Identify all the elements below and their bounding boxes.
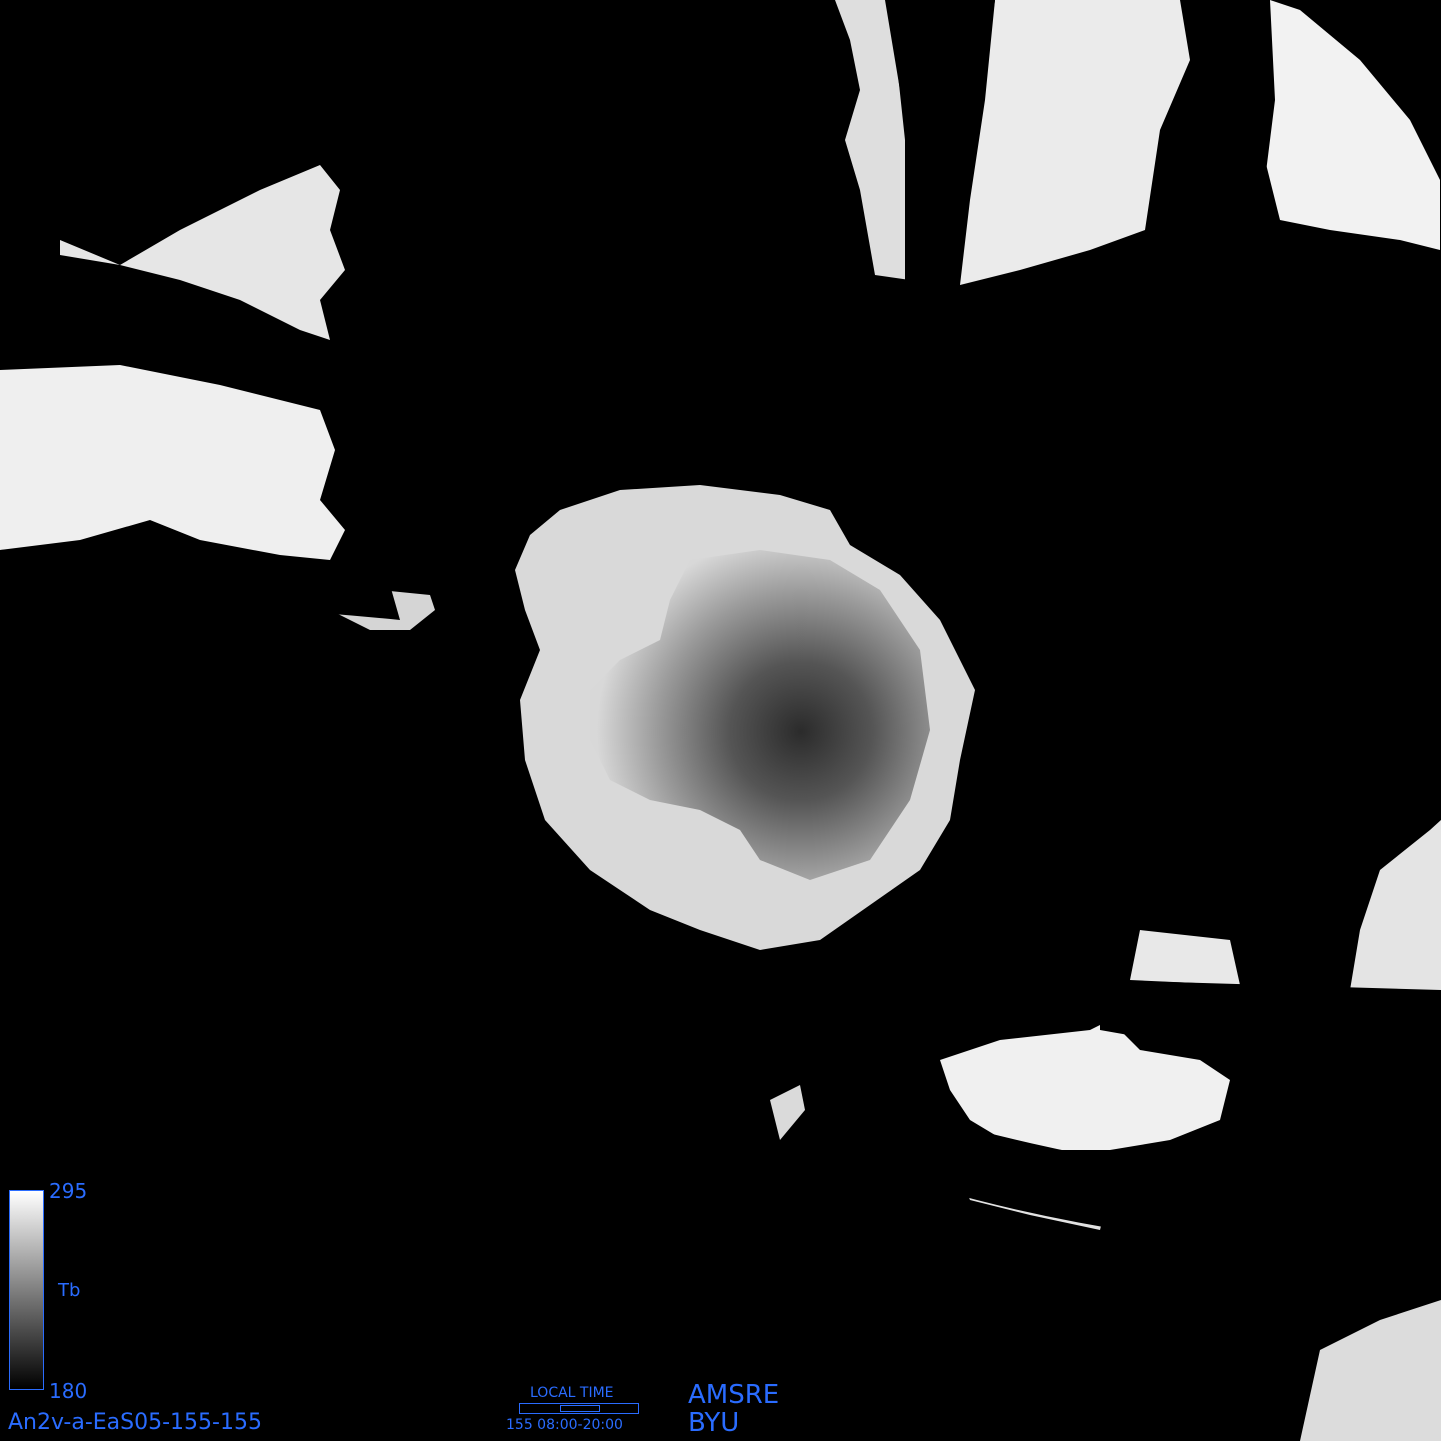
- polar-brightness-map: [0, 0, 1441, 1441]
- local-time-title: LOCAL TIME: [530, 1385, 614, 1401]
- local-time-window: [560, 1405, 600, 1412]
- colorbar-unit-label: Tb: [58, 1280, 81, 1301]
- image-id-label: An2v-a-EaS05-155-155: [8, 1410, 262, 1435]
- colorbar: [9, 1190, 44, 1390]
- local-time-range: 155 08:00-20:00: [506, 1417, 623, 1433]
- colorbar-max-label: 295: [49, 1179, 88, 1203]
- sensor-label: AMSRE: [688, 1380, 780, 1410]
- colorbar-min-label: 180: [49, 1379, 88, 1403]
- local-time-bar: [519, 1403, 639, 1414]
- organization-label: BYU: [688, 1408, 740, 1438]
